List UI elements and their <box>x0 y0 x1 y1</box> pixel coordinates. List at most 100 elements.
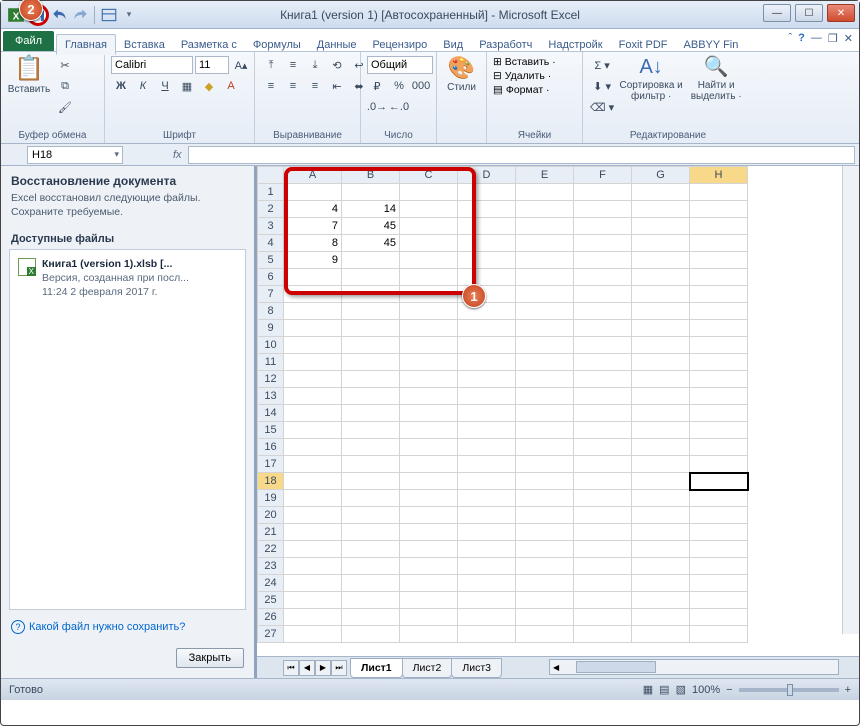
cell[interactable] <box>458 388 516 405</box>
cell[interactable] <box>516 371 574 388</box>
cell[interactable] <box>400 558 458 575</box>
cell[interactable] <box>632 609 690 626</box>
cell[interactable] <box>400 405 458 422</box>
cell[interactable] <box>342 490 400 507</box>
cell[interactable] <box>516 320 574 337</box>
formula-input[interactable] <box>188 146 855 164</box>
cell[interactable] <box>342 184 400 201</box>
cell[interactable] <box>400 439 458 456</box>
sheet-tab[interactable]: Лист1 <box>350 658 403 678</box>
cell[interactable] <box>632 456 690 473</box>
cell[interactable] <box>400 592 458 609</box>
cell[interactable] <box>400 456 458 473</box>
cell[interactable] <box>516 558 574 575</box>
cell[interactable] <box>458 558 516 575</box>
cell[interactable] <box>458 439 516 456</box>
cell[interactable] <box>574 575 632 592</box>
cell[interactable] <box>574 303 632 320</box>
column-header[interactable]: C <box>400 167 458 184</box>
cell[interactable] <box>632 558 690 575</box>
cell[interactable] <box>516 524 574 541</box>
help-icon[interactable]: ? <box>798 32 805 45</box>
recovery-help-link[interactable]: ? Какой файл нужно сохранить? <box>1 612 254 642</box>
comma-button[interactable]: 000 <box>411 77 431 95</box>
cell[interactable] <box>284 626 342 643</box>
row-header[interactable]: 26 <box>258 609 284 626</box>
align-left-button[interactable]: ≡ <box>261 77 281 95</box>
row-header[interactable]: 22 <box>258 541 284 558</box>
cell[interactable] <box>458 184 516 201</box>
cell[interactable] <box>690 558 748 575</box>
cell[interactable] <box>574 609 632 626</box>
cell[interactable] <box>342 252 400 269</box>
cell[interactable] <box>400 609 458 626</box>
cell[interactable] <box>342 592 400 609</box>
cell[interactable] <box>632 422 690 439</box>
cell[interactable] <box>690 337 748 354</box>
cell[interactable] <box>690 456 748 473</box>
cell[interactable] <box>690 473 748 490</box>
cell[interactable]: 7 <box>284 218 342 235</box>
cell[interactable] <box>690 286 748 303</box>
cell[interactable] <box>574 388 632 405</box>
row-header[interactable]: 9 <box>258 320 284 337</box>
cell[interactable] <box>574 405 632 422</box>
vertical-scrollbar[interactable] <box>842 166 859 634</box>
cell[interactable] <box>458 626 516 643</box>
cell[interactable] <box>400 303 458 320</box>
cell[interactable] <box>632 575 690 592</box>
paste-button[interactable]: 📋 Вставить <box>7 56 51 95</box>
cell[interactable] <box>690 507 748 524</box>
cell[interactable] <box>400 218 458 235</box>
cell[interactable] <box>400 422 458 439</box>
cell[interactable] <box>400 320 458 337</box>
increase-decimal-button[interactable]: .0→ <box>367 98 387 116</box>
cell[interactable] <box>284 490 342 507</box>
row-header[interactable]: 21 <box>258 524 284 541</box>
cell[interactable] <box>516 609 574 626</box>
cell[interactable] <box>284 337 342 354</box>
cell[interactable] <box>458 609 516 626</box>
cell[interactable] <box>342 439 400 456</box>
styles-button[interactable]: 🎨 Стили <box>443 56 480 93</box>
align-top-button[interactable]: ⤒ <box>261 56 281 74</box>
row-header[interactable]: 3 <box>258 218 284 235</box>
cell[interactable] <box>342 507 400 524</box>
cell[interactable] <box>574 337 632 354</box>
cell[interactable] <box>342 320 400 337</box>
column-header[interactable]: A <box>284 167 342 184</box>
cell[interactable] <box>458 456 516 473</box>
sheet-nav-prev[interactable]: ◀ <box>299 660 315 676</box>
row-header[interactable]: 1 <box>258 184 284 201</box>
cell[interactable] <box>342 609 400 626</box>
row-header[interactable]: 19 <box>258 490 284 507</box>
qat-dropdown-icon[interactable]: ▾ <box>120 6 138 24</box>
clear-button[interactable]: ⌫ ▾ <box>589 98 615 116</box>
cell[interactable] <box>400 286 458 303</box>
align-middle-button[interactable]: ≡ <box>283 56 303 74</box>
cell[interactable] <box>342 405 400 422</box>
sheet-nav-first[interactable]: ⏮ <box>283 660 299 676</box>
cell[interactable] <box>458 218 516 235</box>
name-box[interactable]: H18 <box>27 146 123 164</box>
view-normal-icon[interactable]: ▦ <box>643 683 653 696</box>
grow-font-button[interactable]: A▴ <box>231 56 251 74</box>
cell[interactable] <box>632 626 690 643</box>
column-header[interactable]: D <box>458 167 516 184</box>
cell[interactable] <box>632 524 690 541</box>
cell[interactable] <box>690 320 748 337</box>
cell[interactable] <box>632 592 690 609</box>
cell[interactable] <box>690 201 748 218</box>
cell[interactable] <box>516 405 574 422</box>
column-header[interactable]: H <box>690 167 748 184</box>
cell[interactable] <box>284 422 342 439</box>
cell[interactable] <box>574 422 632 439</box>
cell[interactable] <box>690 354 748 371</box>
row-header[interactable]: 20 <box>258 507 284 524</box>
cell[interactable] <box>574 507 632 524</box>
horizontal-scrollbar[interactable]: ◀ <box>549 659 839 675</box>
cell[interactable] <box>574 626 632 643</box>
row-header[interactable]: 6 <box>258 269 284 286</box>
cell[interactable] <box>690 269 748 286</box>
align-center-button[interactable]: ≡ <box>283 77 303 95</box>
